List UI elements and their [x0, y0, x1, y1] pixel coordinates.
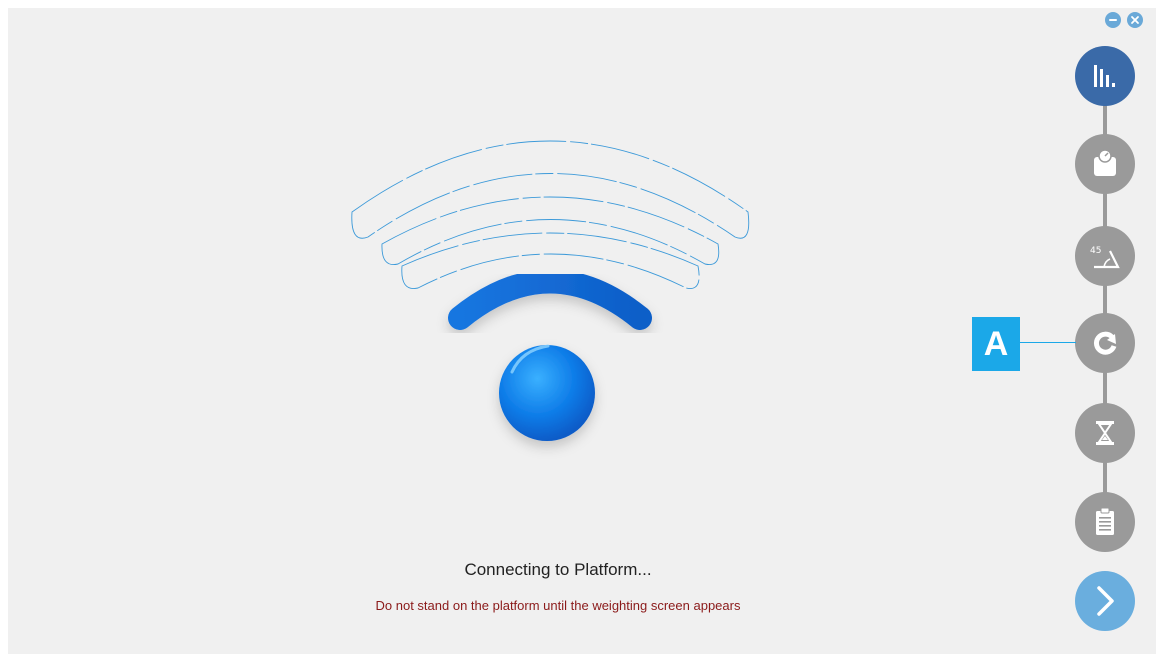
annotation-marker-a: A	[972, 317, 1020, 371]
wifi-connecting-icon	[351, 140, 750, 441]
rotate-icon	[1093, 331, 1117, 355]
wifi-dot	[499, 344, 595, 441]
minimize-button[interactable]	[1105, 12, 1121, 28]
bar-chart-icon	[1094, 65, 1115, 87]
clipboard-icon	[1096, 507, 1114, 535]
angle-45-icon: 45	[1090, 246, 1120, 269]
hourglass-icon	[1096, 421, 1114, 445]
step-analysis[interactable]	[1075, 46, 1135, 106]
wifi-outline-arcs	[351, 140, 750, 289]
wifi-solid-arc	[448, 269, 652, 330]
step-angle[interactable]: 45	[1075, 226, 1135, 286]
marker-connector	[1020, 342, 1076, 343]
step-rotation[interactable]	[1075, 313, 1135, 373]
step-weighing[interactable]	[1075, 134, 1135, 194]
status-title: Connecting to Platform...	[464, 560, 652, 579]
step-report[interactable]	[1075, 492, 1135, 552]
status-warning: Do not stand on the platform until the w…	[375, 598, 741, 613]
next-button[interactable]	[1075, 571, 1135, 631]
step-timer[interactable]	[1075, 403, 1135, 463]
chevron-right-icon	[1097, 586, 1114, 616]
svg-text:45: 45	[1090, 246, 1101, 256]
close-button[interactable]	[1127, 12, 1143, 28]
weighing-scale-icon	[1094, 149, 1116, 176]
close-icon	[1131, 16, 1139, 24]
